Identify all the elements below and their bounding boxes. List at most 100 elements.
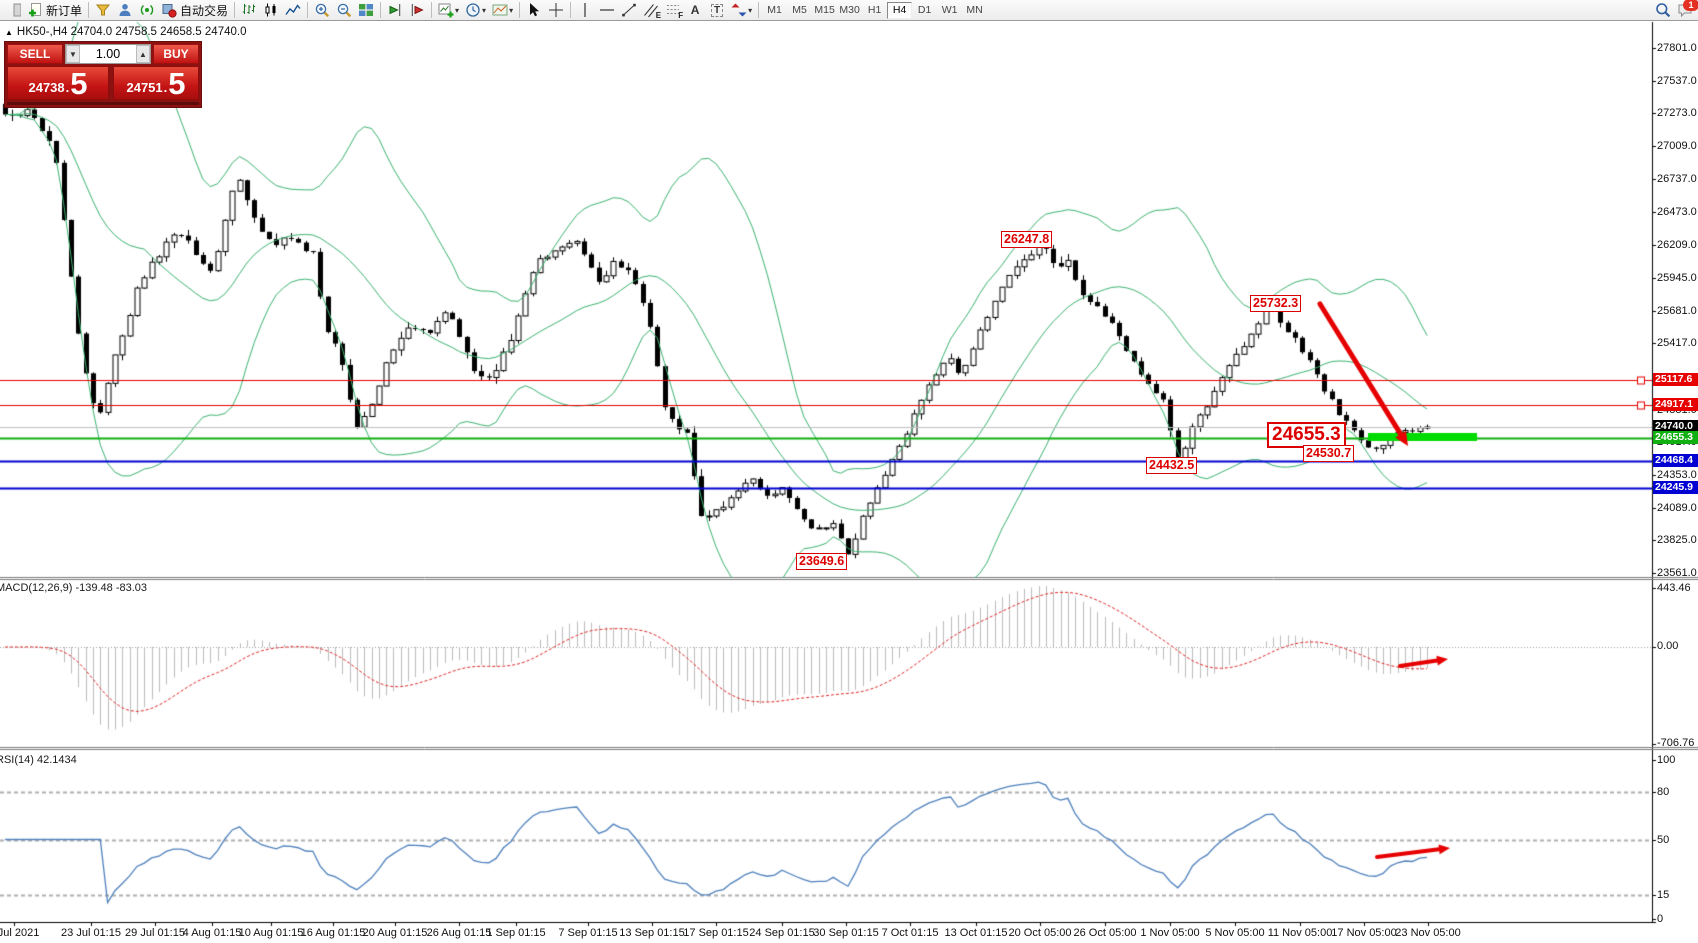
rsi-axis-label: 50 bbox=[1657, 834, 1669, 846]
time-axis-label: 17 Sep 01:15 bbox=[683, 927, 748, 939]
price-annotation-box[interactable]: 24432.5 bbox=[1146, 457, 1197, 474]
price-annotation-box[interactable]: 24530.7 bbox=[1303, 445, 1354, 462]
price-tick-label: 25945.0 bbox=[1657, 272, 1697, 284]
macd-axis-max: 443.46 bbox=[1657, 582, 1691, 594]
price-tick-label: 25681.0 bbox=[1657, 305, 1697, 317]
new-chart-button-caret: ▾ bbox=[455, 6, 459, 15]
rsi-value: 42.1434 bbox=[37, 754, 77, 766]
volume-increase-button[interactable]: ▲ bbox=[136, 45, 150, 63]
community-icon[interactable] bbox=[114, 1, 136, 20]
toolbar-separator bbox=[519, 2, 520, 18]
text-tool-icon[interactable]: A bbox=[684, 1, 706, 20]
timeframe-H4[interactable]: H4 bbox=[887, 2, 912, 19]
timeframe-H1[interactable]: H1 bbox=[862, 2, 887, 19]
text-tool-icon-glyph: A bbox=[691, 3, 700, 17]
timeframe-W1[interactable]: W1 bbox=[937, 2, 962, 19]
timeframe-M5[interactable]: M5 bbox=[787, 2, 812, 19]
line-chart-icon[interactable] bbox=[282, 1, 304, 20]
chart-canvas[interactable] bbox=[0, 0, 1698, 943]
buy-button[interactable]: BUY bbox=[153, 44, 199, 64]
time-axis-label: 13 Oct 01:15 bbox=[945, 927, 1008, 939]
sell-price-dot: . bbox=[66, 80, 70, 95]
time-axis-label: 13 Sep 01:15 bbox=[619, 927, 684, 939]
equidistant-channel-icon-letter: E bbox=[656, 11, 661, 20]
time-axis-label: 10 Aug 01:15 bbox=[239, 927, 304, 939]
auto-scroll-icon[interactable] bbox=[384, 1, 406, 20]
price-tick-label: 26209.0 bbox=[1657, 239, 1697, 251]
macd-values: -139.48 -83.03 bbox=[75, 582, 147, 594]
timeframe-MN[interactable]: MN bbox=[962, 2, 987, 19]
sell-price-display[interactable]: 24738.5 bbox=[7, 66, 109, 100]
time-axis-label: 4 Aug 01:15 bbox=[183, 927, 242, 939]
price-annotation-box[interactable]: 26247.8 bbox=[1001, 231, 1052, 248]
timeframe-M1[interactable]: M1 bbox=[762, 2, 787, 19]
rsi-label: RSI(14) bbox=[0, 754, 34, 766]
candlestick-chart-icon[interactable] bbox=[260, 1, 282, 20]
time-axis-label: 24 Sep 01:15 bbox=[749, 927, 814, 939]
toolbar-separator bbox=[758, 2, 759, 18]
equidistant-channel-icon[interactable]: E bbox=[640, 1, 662, 20]
templates-button-caret: ▾ bbox=[509, 6, 513, 15]
price-tick-label: 27273.0 bbox=[1657, 107, 1697, 119]
periods-button[interactable]: ▾ bbox=[462, 1, 489, 20]
chat-button[interactable]: 1 bbox=[1674, 1, 1696, 20]
arrows-tool-button[interactable]: ▾ bbox=[728, 1, 755, 20]
volume-stepper: ▼ 1.00 ▲ bbox=[65, 44, 151, 64]
vertical-line-icon[interactable] bbox=[574, 1, 596, 20]
price-tick-label: 23561.0 bbox=[1657, 567, 1697, 579]
time-axis-label: 7 Oct 01:15 bbox=[882, 927, 939, 939]
sell-price-main: 24738 bbox=[28, 80, 64, 95]
chart-window-icon: ▲ bbox=[5, 28, 13, 37]
autotrading-button[interactable]: 自动交易 bbox=[158, 1, 231, 20]
templates-button[interactable]: ▾ bbox=[489, 1, 516, 20]
sell-price-big-digit: 5 bbox=[70, 69, 87, 98]
price-level-badge: 24917.1 bbox=[1653, 398, 1698, 411]
notification-badge: 1 bbox=[1683, 0, 1698, 11]
timeframe-M30[interactable]: M30 bbox=[837, 2, 862, 19]
trendline-icon[interactable] bbox=[618, 1, 640, 20]
timeframe-M15[interactable]: M15 bbox=[812, 2, 837, 19]
label-tool-icon[interactable]: T bbox=[706, 1, 728, 20]
rsi-axis-label: 0 bbox=[1657, 913, 1663, 925]
price-annotation-box[interactable]: 25732.3 bbox=[1250, 295, 1301, 312]
new-order-button[interactable]: 新订单 bbox=[24, 1, 85, 20]
time-axis-label: 7 Sep 01:15 bbox=[558, 927, 617, 939]
zoom-in-icon[interactable] bbox=[311, 1, 333, 20]
new-chart-button[interactable]: ▾ bbox=[435, 1, 462, 20]
signals-icon[interactable] bbox=[136, 1, 158, 20]
price-tick-label: 26737.0 bbox=[1657, 173, 1697, 185]
toolbar-separator bbox=[88, 2, 89, 18]
time-axis-label: 26 Aug 01:15 bbox=[427, 927, 492, 939]
price-annotation-box[interactable]: 23649.6 bbox=[796, 553, 847, 570]
price-tick-label: 24089.0 bbox=[1657, 502, 1697, 514]
autotrading-button-label: 自动交易 bbox=[180, 2, 228, 19]
time-axis-label: 29 Jul 01:15 bbox=[125, 927, 185, 939]
search-icon[interactable] bbox=[1652, 1, 1674, 20]
price-tick-label: 24353.0 bbox=[1657, 469, 1697, 481]
fibonacci-icon[interactable]: F bbox=[662, 1, 684, 20]
sell-button[interactable]: SELL bbox=[7, 44, 63, 64]
bar-chart-icon[interactable] bbox=[238, 1, 260, 20]
depth-of-market-icon[interactable] bbox=[92, 1, 114, 20]
volume-decrease-button[interactable]: ▼ bbox=[66, 45, 80, 63]
crosshair-icon[interactable] bbox=[545, 1, 567, 20]
timeframe-D1[interactable]: D1 bbox=[912, 2, 937, 19]
rsi-indicator-label: RSI(14) 42.1434 bbox=[0, 754, 77, 766]
chart-shift-icon[interactable] bbox=[406, 1, 428, 20]
price-level-badge: 24655.3 bbox=[1653, 431, 1698, 444]
tile-windows-icon[interactable] bbox=[355, 1, 377, 20]
volume-value[interactable]: 1.00 bbox=[80, 45, 136, 63]
time-axis-label: 30 Sep 01:15 bbox=[813, 927, 878, 939]
buy-price-dot: . bbox=[164, 80, 168, 95]
horizontal-line-icon[interactable] bbox=[596, 1, 618, 20]
price-tick-label: 25417.0 bbox=[1657, 337, 1697, 349]
buy-price-display[interactable]: 24751.5 bbox=[113, 66, 199, 100]
label-tool-icon-glyph: T bbox=[711, 4, 723, 17]
clipped-icon[interactable] bbox=[2, 1, 24, 20]
zoom-out-icon[interactable] bbox=[333, 1, 355, 20]
time-axis-label: 9 Jul 2021 bbox=[0, 927, 39, 939]
periods-button-caret: ▾ bbox=[482, 6, 486, 15]
buy-price-big-digit: 5 bbox=[168, 69, 185, 98]
time-axis-label: 5 Nov 05:00 bbox=[1205, 927, 1264, 939]
cursor-icon[interactable] bbox=[523, 1, 545, 20]
